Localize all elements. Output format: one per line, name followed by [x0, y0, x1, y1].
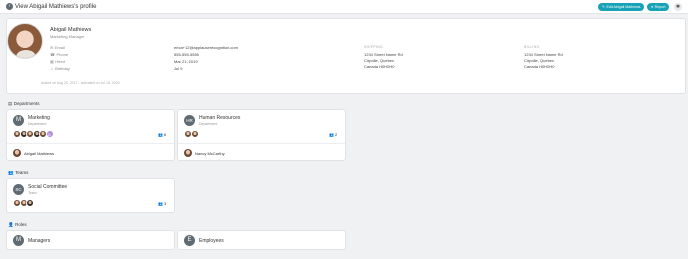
avatar	[7, 23, 43, 59]
member-avatars: D	[13, 130, 54, 138]
edit-profile-button[interactable]: ✎ Edit Abigail Mathiews	[598, 3, 645, 11]
team-card-social-committee[interactable]: SC Social Committee Team 👥3	[6, 178, 175, 213]
cake-icon: ♨	[50, 66, 54, 71]
users-icon: 👥	[8, 170, 14, 175]
shipping-heading: SHIPPING	[364, 45, 384, 49]
phone-value: 555-555-5555	[174, 52, 199, 57]
avatar	[26, 199, 34, 207]
roles-section-label: 👤 Roles	[8, 222, 27, 227]
shipping-line: 1234 Street Name Rd	[364, 52, 403, 57]
profile-name: Abigail Mathiews	[50, 27, 92, 33]
department-name: Human Resources	[199, 115, 241, 121]
avatar: D	[45, 130, 54, 138]
role-initial: E	[184, 235, 195, 246]
phone-label: ☎ Phone	[50, 52, 69, 57]
billing-line: 1234 Street Name Rd	[524, 52, 563, 57]
divider	[7, 143, 174, 144]
edit-icon: ✎	[602, 5, 606, 9]
member-count: 👥2	[329, 132, 338, 137]
shipping-line: Canada H0H0H0	[364, 64, 395, 69]
report-button[interactable]: ● Report	[647, 3, 670, 11]
hired-label: ▦ Hired	[50, 59, 65, 64]
birthday-label: ♨ Birthday	[50, 66, 70, 71]
role-card-managers[interactable]: M Managers	[6, 230, 175, 250]
users-icon: 👥	[158, 201, 163, 206]
department-initial: HR	[184, 115, 195, 126]
building-icon: ▤	[8, 101, 13, 106]
department-type: Department	[28, 122, 47, 126]
gear-icon[interactable]: ✱	[674, 3, 682, 11]
team-initial: SC	[13, 184, 24, 195]
hired-value: Mar 21, 2019	[174, 59, 198, 64]
department-initial: M	[13, 115, 24, 126]
department-name: Marketing	[28, 115, 50, 121]
department-card-hr[interactable]: HR Human Resources Department 👥2 Nancy M…	[177, 109, 346, 161]
birthday-value: Jul 9	[174, 66, 183, 71]
role-name: Employees	[199, 238, 224, 244]
member-count: 👥6	[158, 132, 167, 137]
page-title: View Abigail Mathiews's profile	[15, 4, 97, 10]
billing-line: Cityville, Quebec	[524, 58, 555, 63]
calendar-icon: ▦	[50, 59, 54, 64]
team-type: Team	[28, 191, 37, 195]
profile-card: Abigail Mathiews Marketing Manager ✉ Emai…	[6, 18, 686, 94]
email-value[interactable]: erica+12@applauserecognition.com	[174, 45, 238, 50]
top-bar: ‹ View Abigail Mathiews's profile ✎ Edit …	[0, 0, 688, 14]
member-avatars	[13, 199, 34, 207]
user-icon: ●	[651, 5, 654, 9]
role-card-employees[interactable]: E Employees	[177, 230, 346, 250]
avatar	[184, 149, 192, 157]
divider	[178, 143, 345, 144]
member-avatars	[184, 130, 199, 138]
role-initial: M	[13, 235, 24, 246]
billing-line: Canada H0H0H0	[524, 64, 555, 69]
users-icon: 👥	[158, 132, 163, 137]
member-name: Nancy McCarthy	[195, 151, 225, 156]
email-label: ✉ Email	[50, 45, 65, 50]
department-type: Department	[199, 122, 218, 126]
phone-icon: ☎	[50, 52, 55, 57]
department-card-marketing[interactable]: M Marketing Department D 👥6 Abigail Math…	[6, 109, 175, 161]
users-icon: 👥	[329, 132, 334, 137]
avatar	[190, 130, 199, 138]
shipping-line: Cityville, Quebec	[364, 58, 395, 63]
billing-heading: BILLING	[524, 45, 540, 49]
user-tag-icon: 👤	[8, 222, 14, 227]
avatar	[13, 149, 21, 157]
envelope-icon: ✉	[50, 45, 54, 50]
profile-job-title: Marketing Manager	[50, 34, 85, 39]
back-arrow-icon[interactable]: ‹	[6, 3, 13, 10]
team-name: Social Committee	[28, 184, 68, 190]
edit-profile-label: Edit Abigail Mathiews	[606, 5, 641, 9]
role-name: Managers	[28, 238, 51, 244]
added-note: Added on Aug 20, 2017 - activated on Jul…	[41, 81, 120, 85]
report-label: Report	[654, 5, 666, 9]
teams-section-label: 👥 Teams	[8, 170, 29, 175]
member-count: 👥3	[158, 201, 167, 206]
member-name: Abigail Mathiews	[24, 151, 55, 156]
departments-section-label: ▤ Departments	[8, 101, 40, 106]
